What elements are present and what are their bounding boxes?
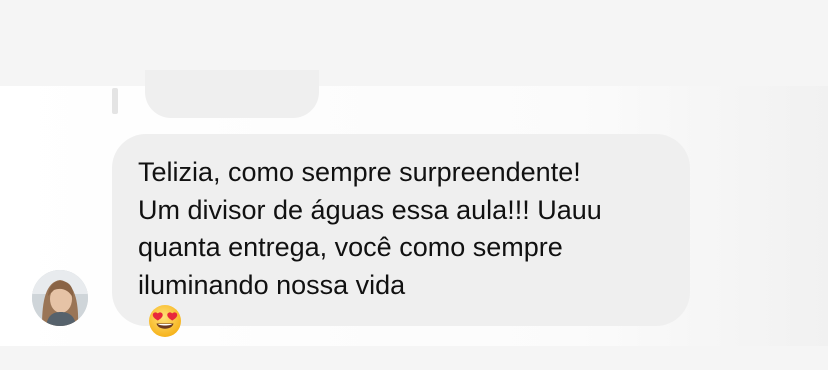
comment-bubble[interactable]: Telizia, como sempre surpreendente! Um d… xyxy=(112,134,690,337)
comment-line: Um divisor de águas essa aula!!! Uauu xyxy=(138,194,602,225)
bottom-band xyxy=(0,346,828,370)
comment-line: quanta entrega, você como sempre xyxy=(138,232,563,262)
comment-last-line: iluminando nossa vida xyxy=(138,267,602,349)
previous-comment-bubble[interactable] xyxy=(145,70,319,118)
comment-line: iluminando nossa vida xyxy=(138,269,406,300)
reply-thread-line xyxy=(112,88,118,114)
comment-line: Telizia, como sempre surpreendente! xyxy=(138,157,581,187)
avatar-photo xyxy=(32,270,88,326)
comment-text: Telizia, como sempre surpreendente! Um d… xyxy=(138,154,602,349)
avatar[interactable] xyxy=(32,270,88,326)
heart-eyes-emoji-icon xyxy=(148,304,602,349)
top-band xyxy=(0,0,828,86)
